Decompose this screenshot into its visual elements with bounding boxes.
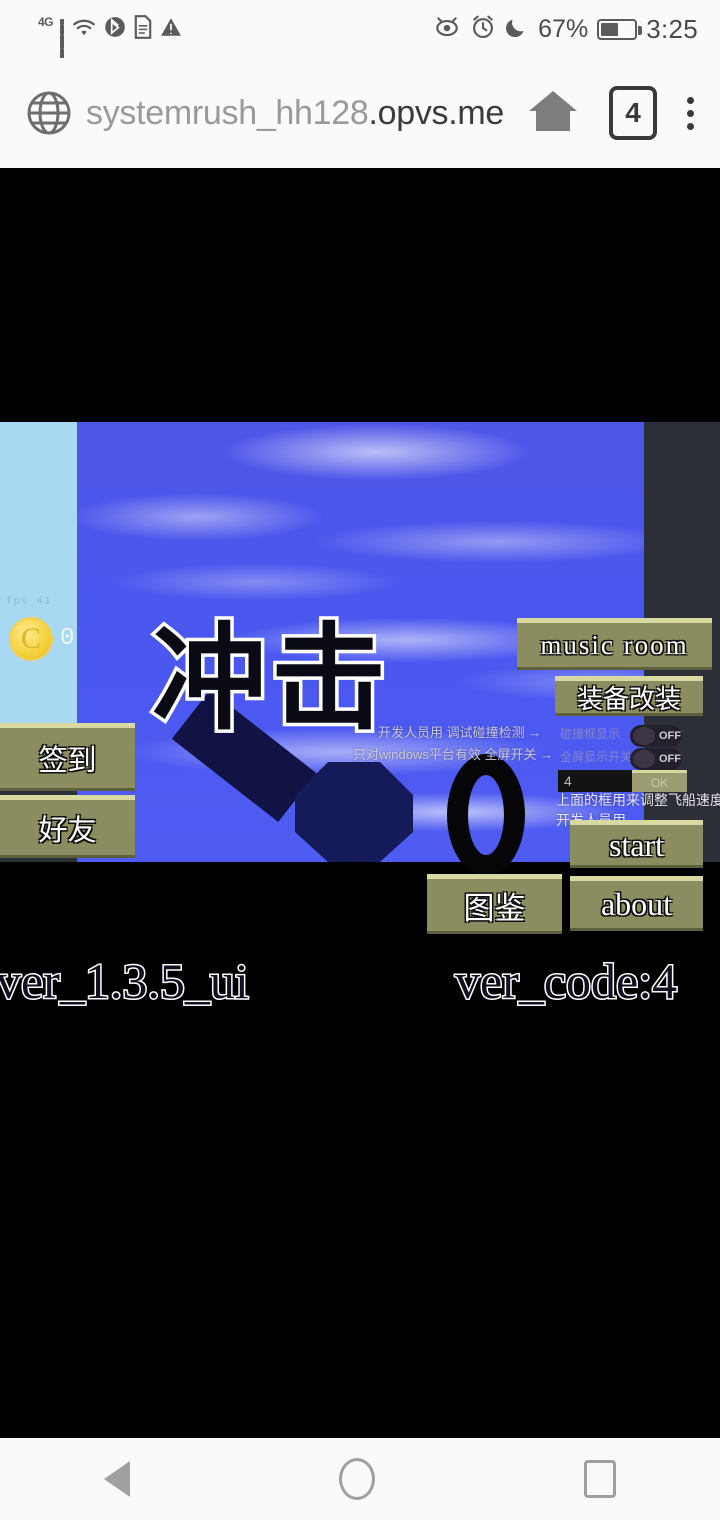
- url-path: ystemrush_hh128: [102, 93, 369, 132]
- speed-hint-label: 上面的框用来调整飞船速度: [556, 792, 720, 808]
- eye-off-icon: [433, 16, 461, 43]
- home-circle-icon[interactable]: [338, 1458, 375, 1500]
- back-icon[interactable]: [104, 1461, 131, 1497]
- status-bar: 4G 67% 3:25: [0, 0, 720, 68]
- dev-hint-collision: 开发人员用 调试碰撞检测 →: [378, 725, 542, 740]
- dev-hint-fullscreen: 只对windows平台有效 全屏开关 →: [353, 747, 554, 762]
- atlas-button[interactable]: 图鉴: [427, 874, 562, 934]
- system-navigation-bar: [0, 1438, 720, 1520]
- warning-icon: [160, 16, 182, 43]
- file-icon: [133, 14, 153, 44]
- url-domain: .opvs.me: [368, 93, 505, 132]
- toggle-label-collision: 碰撞框显示: [560, 727, 621, 741]
- status-bar-left: 4G: [38, 0, 182, 68]
- browser-actions: 4: [527, 86, 694, 140]
- home-icon[interactable]: [527, 87, 579, 140]
- toggle-label-fullscreen: 全屏显示开关: [560, 750, 633, 764]
- sign-in-button[interactable]: 签到: [0, 723, 135, 791]
- tab-count-label: 4: [625, 97, 641, 128]
- battery-percent-label: 67%: [538, 14, 589, 43]
- alarm-icon: [470, 15, 496, 44]
- coin-count-label: 0: [60, 625, 75, 652]
- browser-toolbar: systemrush_hh128.opvs.me 4: [0, 58, 720, 168]
- url-prefix: s: [86, 93, 103, 132]
- fullscreen-toggle[interactable]: OFF: [630, 748, 682, 770]
- start-button[interactable]: start: [570, 820, 703, 868]
- ring-obstacle-shape: [447, 754, 525, 876]
- toggle-knob: [633, 727, 655, 745]
- address-bar[interactable]: systemrush_hh128.opvs.me: [86, 94, 504, 133]
- network-type-label: 4G: [38, 15, 54, 29]
- version-ui-label: ver_1.3.5_ui: [0, 952, 250, 1011]
- wifi-icon: [71, 16, 97, 43]
- coin-icon: C: [9, 617, 53, 661]
- music-room-button[interactable]: music room: [517, 618, 712, 670]
- hud-panel-background: [0, 422, 77, 757]
- friends-button[interactable]: 好友: [0, 795, 135, 858]
- clock-label: 3:25: [646, 13, 698, 44]
- fullscreen-toggle-state: OFF: [659, 753, 681, 765]
- collision-toggle-state: OFF: [659, 730, 681, 742]
- status-bar-right: 67% 3:25: [433, 0, 698, 58]
- kebab-menu-icon[interactable]: [687, 96, 694, 130]
- fps-label: fps 41: [6, 596, 52, 608]
- version-code-label: ver_code:4: [453, 952, 678, 1011]
- tab-count-button[interactable]: 4: [609, 86, 657, 140]
- moon-icon: [505, 15, 529, 44]
- recents-square-icon[interactable]: [583, 1460, 616, 1498]
- ship-speed-input[interactable]: 4: [558, 770, 640, 792]
- toggle-knob: [633, 750, 655, 768]
- bluetooth-icon: [104, 15, 126, 44]
- about-button[interactable]: about: [570, 876, 703, 931]
- collision-toggle[interactable]: OFF: [630, 725, 682, 747]
- equipment-button[interactable]: 装备改装: [555, 676, 703, 716]
- signal-bars-icon: [60, 19, 65, 68]
- speed-ok-button[interactable]: OK: [632, 770, 687, 792]
- globe-icon: [26, 90, 72, 136]
- battery-icon: [597, 18, 643, 40]
- phone-screen: 4G 67% 3:25 systemrush_hh128.opvs.me 4 f…: [0, 0, 720, 1520]
